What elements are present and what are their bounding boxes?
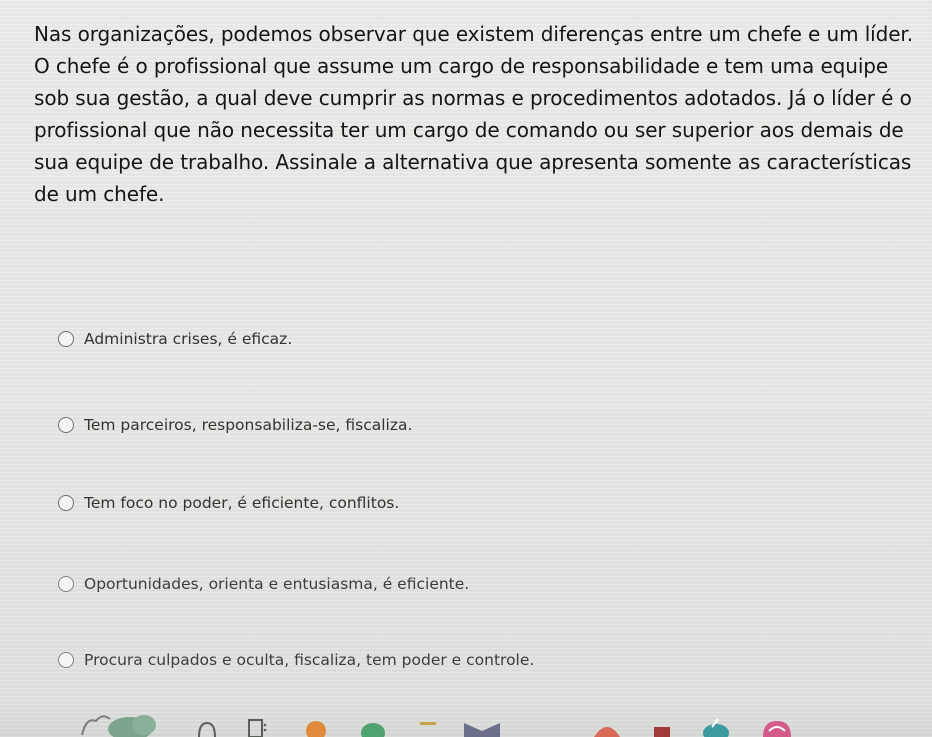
radio-button[interactable] <box>58 576 74 592</box>
tab-icon[interactable] <box>650 713 674 737</box>
bowtie-icon[interactable] <box>462 713 502 737</box>
answer-options: Administra crises, é eficaz. Tem parceir… <box>58 0 858 700</box>
option-label: Administra crises, é eficaz. <box>84 330 293 348</box>
option-label: Tem parceiros, responsabiliza-se, fiscal… <box>84 416 413 434</box>
badge-icon[interactable] <box>304 713 328 737</box>
dome-icon[interactable] <box>360 713 386 737</box>
radio-button[interactable] <box>58 331 74 347</box>
arc-icon[interactable] <box>592 713 622 737</box>
radio-button[interactable] <box>58 652 74 668</box>
arc-icon[interactable] <box>196 713 218 737</box>
radio-button[interactable] <box>58 495 74 511</box>
option-d[interactable]: Oportunidades, orienta e entusiasma, é e… <box>58 575 469 593</box>
cup-icon[interactable] <box>760 713 794 737</box>
option-label: Oportunidades, orienta e entusiasma, é e… <box>84 575 470 593</box>
option-label: Procura culpados e oculta, fiscaliza, te… <box>84 651 535 669</box>
bar-icon[interactable] <box>418 713 438 737</box>
option-a[interactable]: Administra crises, é eficaz. <box>58 330 292 348</box>
radio-button[interactable] <box>58 417 74 433</box>
option-b[interactable]: Tem parceiros, responsabiliza-se, fiscal… <box>58 416 412 434</box>
cloud-icon[interactable] <box>80 713 164 737</box>
card-icon[interactable] <box>246 713 268 737</box>
option-e[interactable]: Procura culpados e oculta, fiscaliza, te… <box>58 651 534 669</box>
leaf-icon[interactable] <box>702 713 730 737</box>
option-label: Tem foco no poder, é eficiente, conflito… <box>84 494 400 512</box>
option-c[interactable]: Tem foco no poder, é eficiente, conflito… <box>58 494 399 512</box>
